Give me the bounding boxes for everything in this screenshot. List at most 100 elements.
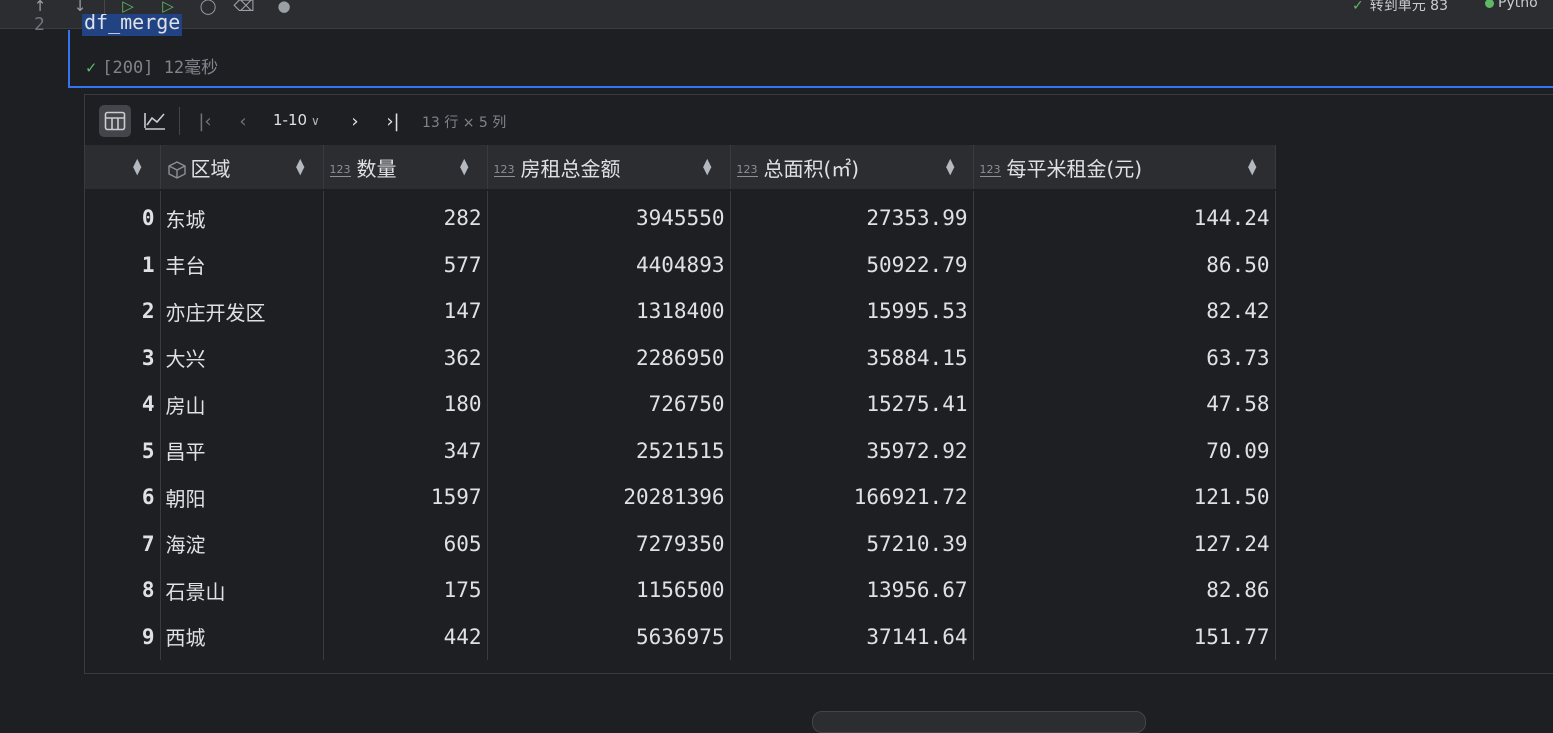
column-header-rent-per-sqm[interactable]: 123 每平米租金(元) ▲ ▼ xyxy=(973,145,1276,191)
row-index: 2 xyxy=(85,288,161,335)
cell-count[interactable]: 282 xyxy=(323,190,488,242)
chart-view-button[interactable] xyxy=(139,105,171,137)
clear-outputs-icon[interactable]: ⌫ xyxy=(233,0,254,16)
cell-total-area[interactable]: 37141.64 xyxy=(730,613,974,660)
column-header-total-rent[interactable]: 123 房租总金额 ▲ ▼ xyxy=(487,145,731,191)
cell-total-area[interactable]: 35884.15 xyxy=(730,334,974,381)
cell-count[interactable]: 347 xyxy=(323,427,488,474)
column-header-region[interactable]: 区域 ▲ ▼ xyxy=(160,145,324,191)
cell-region[interactable]: 丰台 xyxy=(160,241,324,288)
table-row: 1 丰台 577 4404893 50922.79 86.50 xyxy=(85,241,1276,288)
sort-icon[interactable]: ▲ ▼ xyxy=(133,157,141,176)
table-view-button[interactable] xyxy=(99,105,131,137)
code-editor-line[interactable]: df_merge xyxy=(82,14,183,42)
cell-rent-per-sqm[interactable]: 144.24 xyxy=(973,190,1276,242)
column-header-total-area[interactable]: 123 总面积(㎡) ▲ ▼ xyxy=(730,145,974,191)
success-check-icon: ✓ xyxy=(86,58,97,78)
dataframe-output: |‹ ‹ 1-10 ∨ › ›| 13 行 × 5 列 ▲ ▼ 区域 ▲ ▼ 1… xyxy=(84,94,1553,674)
cell-rent-per-sqm[interactable]: 70.09 xyxy=(973,427,1276,474)
index-column-header[interactable]: ▲ ▼ xyxy=(85,145,161,191)
chart-icon xyxy=(144,113,165,130)
cell-focus-bar xyxy=(68,30,70,88)
goto-cell-indicator[interactable]: ✓ 转到单元 83 xyxy=(1352,0,1448,15)
table-row: 5 昌平 347 2521515 35972.92 70.09 xyxy=(85,427,1276,474)
sort-icon[interactable]: ▲ ▼ xyxy=(946,157,954,176)
cell-region[interactable]: 石景山 xyxy=(160,567,324,614)
cell-count[interactable]: 605 xyxy=(323,520,488,567)
cell-total-area[interactable]: 13956.67 xyxy=(730,567,974,614)
cell-rent-per-sqm[interactable]: 86.50 xyxy=(973,241,1276,288)
page-range-selector[interactable]: 1-10 ∨ xyxy=(273,111,320,129)
cell-total-rent[interactable]: 4404893 xyxy=(487,241,731,288)
row-index: 6 xyxy=(85,474,161,521)
first-page-icon: |‹ xyxy=(198,110,212,132)
first-page-button[interactable]: |‹ xyxy=(193,107,217,135)
cell-count[interactable]: 175 xyxy=(323,567,488,614)
cell-total-rent[interactable]: 2521515 xyxy=(487,427,731,474)
line-number: 2 xyxy=(34,14,45,35)
chevron-left-icon: ‹ xyxy=(239,110,247,132)
cell-total-rent[interactable]: 2286950 xyxy=(487,334,731,381)
cell-count[interactable]: 147 xyxy=(323,288,488,335)
dataframe-table: ▲ ▼ 区域 ▲ ▼ 123 数量 ▲ ▼ 123 房租总金额 ▲ ▼ 123 … xyxy=(85,145,1276,660)
cell-total-area[interactable]: 166921.72 xyxy=(730,474,974,521)
prev-page-button[interactable]: ‹ xyxy=(231,107,255,135)
cell-total-area[interactable]: 35972.92 xyxy=(730,427,974,474)
sort-icon[interactable]: ▲ ▼ xyxy=(703,157,711,176)
output-toolbar: |‹ ‹ 1-10 ∨ › ›| 13 行 × 5 列 xyxy=(85,95,1553,145)
cell-count[interactable]: 577 xyxy=(323,241,488,288)
row-index: 9 xyxy=(85,613,161,660)
chevron-down-icon: ∨ xyxy=(311,114,320,128)
cell-total-rent[interactable]: 3945550 xyxy=(487,190,731,242)
cell-total-area[interactable]: 57210.39 xyxy=(730,520,974,567)
last-page-button[interactable]: ›| xyxy=(381,107,405,135)
cell-region[interactable]: 海淀 xyxy=(160,520,324,567)
next-page-button[interactable]: › xyxy=(343,107,367,135)
cell-rent-per-sqm[interactable]: 151.77 xyxy=(973,613,1276,660)
cell-region[interactable]: 亦庄开发区 xyxy=(160,288,324,335)
cell-count[interactable]: 362 xyxy=(323,334,488,381)
cell-region[interactable]: 东城 xyxy=(160,190,324,242)
cell-rent-per-sqm[interactable]: 127.24 xyxy=(973,520,1276,567)
column-header-count[interactable]: 123 数量 ▲ ▼ xyxy=(323,145,488,191)
cell-total-rent[interactable]: 726750 xyxy=(487,381,731,428)
cell-total-area[interactable]: 15275.41 xyxy=(730,381,974,428)
floating-panel-edge xyxy=(812,711,1146,733)
cell-count[interactable]: 442 xyxy=(323,613,488,660)
cell-region[interactable]: 房山 xyxy=(160,381,324,428)
cell-rent-per-sqm[interactable]: 82.86 xyxy=(973,567,1276,614)
table-row: 7 海淀 605 7279350 57210.39 127.24 xyxy=(85,520,1276,567)
cell-count[interactable]: 1597 xyxy=(323,474,488,521)
dataframe-dimensions: 13 行 × 5 列 xyxy=(422,115,507,131)
cell-total-rent[interactable]: 5636975 xyxy=(487,613,731,660)
cell-total-area[interactable]: 15995.53 xyxy=(730,288,974,335)
cell-rent-per-sqm[interactable]: 82.42 xyxy=(973,288,1276,335)
object-type-icon xyxy=(167,161,186,179)
row-index: 0 xyxy=(85,190,161,242)
cell-rent-per-sqm[interactable]: 121.50 xyxy=(973,474,1276,521)
cell-region[interactable]: 大兴 xyxy=(160,334,324,381)
cell-total-rent[interactable]: 1156500 xyxy=(487,567,731,614)
check-icon: ✓ xyxy=(1352,0,1364,14)
cell-count[interactable]: 180 xyxy=(323,381,488,428)
cell-total-area[interactable]: 27353.99 xyxy=(730,190,974,242)
sort-icon[interactable]: ▲ ▼ xyxy=(296,157,304,176)
cell-total-rent[interactable]: 20281396 xyxy=(487,474,731,521)
sort-icon[interactable]: ▲ ▼ xyxy=(1248,157,1256,176)
cell-rent-per-sqm[interactable]: 63.73 xyxy=(973,334,1276,381)
kernel-selector[interactable]: Pytho xyxy=(1485,0,1538,11)
cell-total-area[interactable]: 50922.79 xyxy=(730,241,974,288)
sort-icon[interactable]: ▲ ▼ xyxy=(460,157,468,176)
github-icon[interactable]: ● xyxy=(274,0,294,16)
row-index: 8 xyxy=(85,567,161,614)
toolbar-divider xyxy=(104,0,105,14)
cell-region[interactable]: 西城 xyxy=(160,613,324,660)
cell-region[interactable]: 昌平 xyxy=(160,427,324,474)
cell-total-rent[interactable]: 7279350 xyxy=(487,520,731,567)
row-index: 3 xyxy=(85,334,161,381)
last-page-icon: ›| xyxy=(386,110,400,132)
cell-region[interactable]: 朝阳 xyxy=(160,474,324,521)
cell-rent-per-sqm[interactable]: 47.58 xyxy=(973,381,1276,428)
cell-total-rent[interactable]: 1318400 xyxy=(487,288,731,335)
restart-kernel-icon[interactable]: ◯ xyxy=(198,0,218,16)
